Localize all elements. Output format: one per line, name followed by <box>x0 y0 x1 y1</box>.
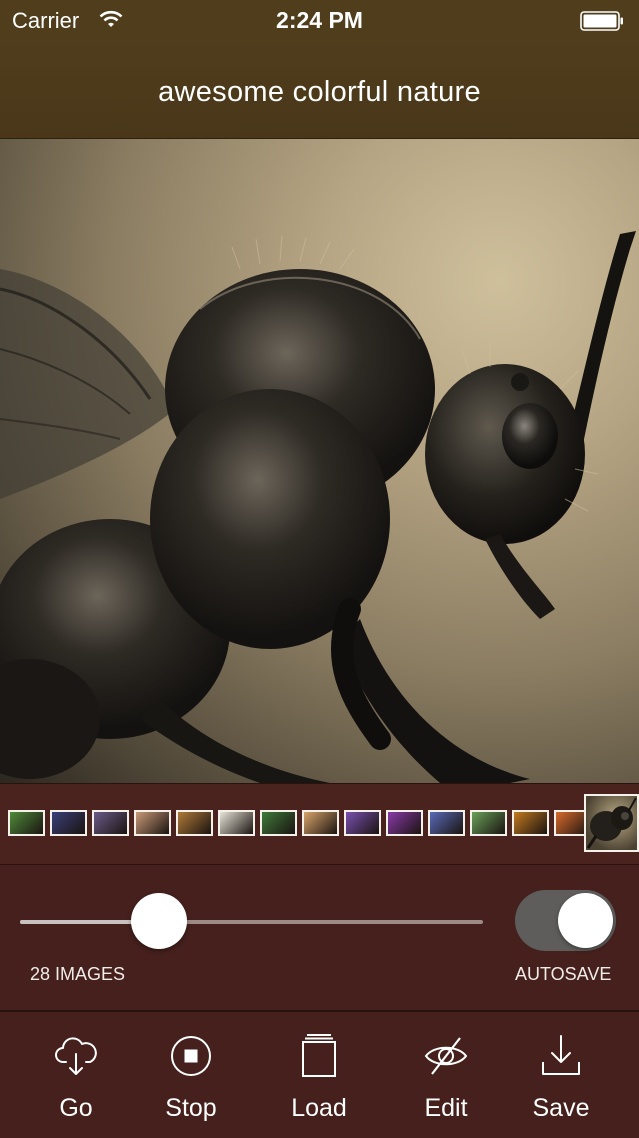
load-label: Load <box>291 1094 347 1122</box>
thumbnail[interactable] <box>302 810 339 836</box>
go-label: Go <box>59 1094 93 1122</box>
stop-label: Stop <box>165 1094 217 1122</box>
insect-illustration <box>0 231 636 783</box>
load-button[interactable]: Load <box>264 1012 374 1138</box>
thumbnail[interactable] <box>470 810 507 836</box>
thumbnail[interactable] <box>428 810 465 836</box>
thumbnail[interactable] <box>50 810 87 836</box>
thumbnail[interactable] <box>512 810 549 836</box>
image-count-slider[interactable] <box>20 920 483 924</box>
thumbnail[interactable] <box>344 810 381 836</box>
thumbnail[interactable] <box>8 810 45 836</box>
cloud-download-icon <box>55 1037 97 1075</box>
controls-panel: 28 IMAGES AUTOSAVE <box>0 865 639 1010</box>
thumbnail[interactable] <box>218 810 255 836</box>
thumbnail-strip[interactable] <box>0 783 639 866</box>
toggle-knob <box>558 893 613 948</box>
battery-icon <box>580 11 623 31</box>
main-photo[interactable] <box>0 139 639 783</box>
stack-icon <box>302 1034 336 1077</box>
autosave-label: AUTOSAVE <box>515 964 612 984</box>
thumbnail[interactable] <box>386 810 423 836</box>
autosave-toggle[interactable] <box>515 890 616 951</box>
stop-button[interactable]: Stop <box>136 1012 246 1138</box>
eye-slash-icon <box>424 1037 468 1075</box>
navigation-bar: awesome colorful nature <box>0 40 639 139</box>
download-icon <box>542 1035 580 1075</box>
bottom-toolbar: Go Stop Load Edit Save <box>0 1010 639 1138</box>
slider-thumb[interactable] <box>130 893 187 949</box>
edit-label: Edit <box>424 1094 468 1122</box>
thumbnail[interactable] <box>176 810 213 836</box>
thumbnail[interactable] <box>92 810 129 836</box>
image-count-label: 28 IMAGES <box>30 964 126 984</box>
selected-thumbnail-preview <box>586 797 637 849</box>
save-button[interactable]: Save <box>506 1012 616 1138</box>
status-bar: Carrier 2:24 PM <box>0 0 639 40</box>
clock: 2:24 PM <box>276 7 363 33</box>
page-title: awesome colorful nature <box>158 76 481 108</box>
thumbnail[interactable] <box>260 810 297 836</box>
go-button[interactable]: Go <box>21 1012 131 1138</box>
save-label: Save <box>532 1094 590 1122</box>
thumbnail-selected[interactable] <box>584 794 639 852</box>
stop-icon <box>171 1036 211 1076</box>
thumbnail[interactable] <box>134 810 171 836</box>
edit-button[interactable]: Edit <box>391 1012 501 1138</box>
